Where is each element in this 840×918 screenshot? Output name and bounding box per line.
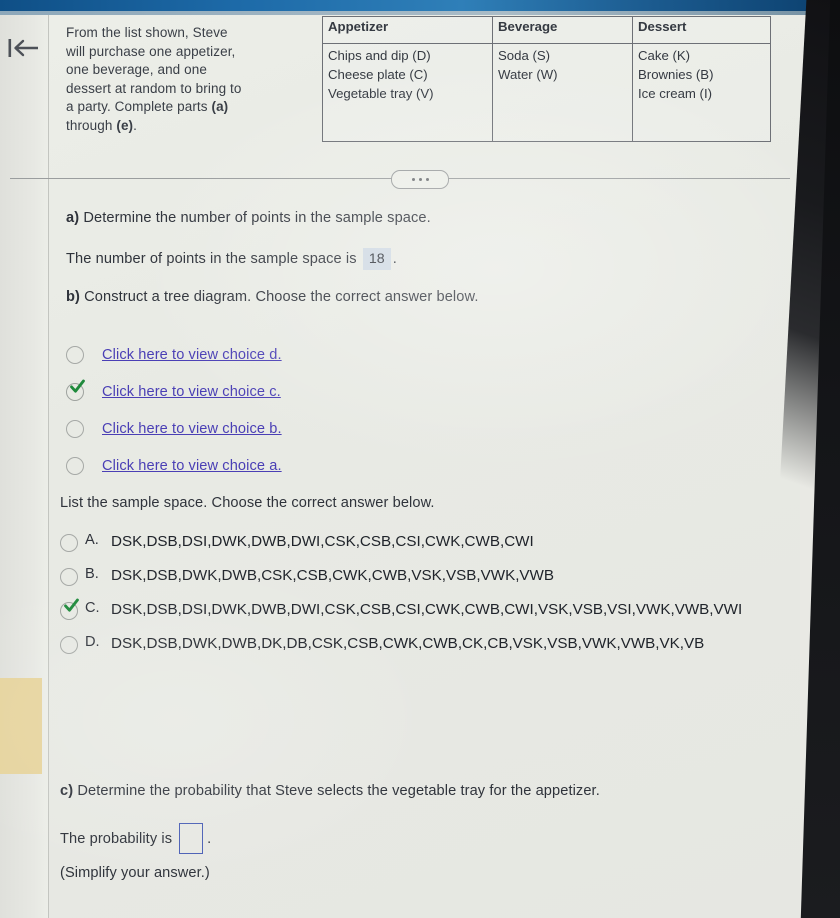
option-d-letter: D.	[85, 634, 100, 650]
sample-space-option-c[interactable]: C. DSK,DSB,DSI,DWK,DWB,DWI,CSK,CSB,CSI,C…	[60, 598, 830, 621]
tree-choice-a[interactable]: Click here to view choice a.	[66, 447, 706, 484]
appetizer-item: Cheese plate (C)	[328, 67, 428, 82]
radio-button-option-c[interactable]	[60, 598, 79, 620]
column-header-beverage: Beverage	[492, 16, 633, 44]
option-a-letter: A.	[85, 532, 99, 548]
part-c-label: c)	[60, 783, 74, 799]
part-a-answer-prefix: The number of points in the sample space…	[66, 251, 357, 267]
tree-choice-b-link[interactable]: Click here to view choice b.	[102, 421, 282, 437]
column-header-dessert: Dessert	[632, 16, 771, 44]
part-a-answer-suffix: .	[392, 251, 397, 267]
appetizer-item: Chips and dip (D)	[328, 48, 431, 63]
radio-button-option-d[interactable]	[60, 636, 78, 654]
option-d-text: DSK,DSB,DWK,DWB,DK,DB,CSK,CSB,CWK,CWB,CK…	[111, 635, 705, 652]
part-a-label: a)	[66, 210, 80, 226]
table-header-row: Appetizer Beverage Dessert	[322, 16, 771, 44]
gutter-divider	[48, 15, 49, 918]
option-b-text: DSK,DSB,DWK,DWB,CSK,CSB,CWK,CWB,VSK,VSB,…	[111, 567, 555, 584]
part-a-prompt: a) Determine the number of points in the…	[66, 208, 766, 228]
radio-button-choice-b[interactable]	[66, 419, 84, 438]
tree-choice-c-link[interactable]: Click here to view choice c.	[102, 384, 281, 400]
part-a-prompt-text: Determine the number of points in the sa…	[79, 210, 431, 226]
screen-photo-frame: From the list shown, Steve will purchase…	[0, 0, 840, 918]
radio-button-choice-d[interactable]	[66, 345, 84, 364]
part-b-prompt-text: Construct a tree diagram. Choose the cor…	[79, 289, 479, 305]
dessert-item: Brownies (B)	[638, 67, 714, 82]
menu-options-table-wrapper: Appetizer Beverage Dessert Chips and dip…	[322, 16, 771, 142]
dessert-cell: Cake (K) Brownies (B) Ice cream (I)	[632, 43, 771, 142]
problem-part-a-ref: (a)	[211, 99, 229, 115]
option-c-letter: C.	[85, 600, 100, 616]
column-header-appetizer: Appetizer	[322, 16, 493, 44]
tree-choice-b[interactable]: Click here to view choice b.	[66, 410, 706, 447]
problem-part-e-ref: (e)	[116, 117, 134, 133]
sample-space-option-b[interactable]: B. DSK,DSB,DWK,DWB,CSK,CSB,CWK,CWB,VSK,V…	[60, 565, 830, 587]
menu-options-table: Appetizer Beverage Dessert Chips and dip…	[322, 16, 771, 142]
part-c-note: (Simplify your answer.)	[60, 865, 210, 881]
appetizer-cell: Chips and dip (D) Cheese plate (C) Veget…	[322, 43, 493, 142]
problem-line-5: a party. Complete parts	[66, 99, 212, 115]
tree-choice-d[interactable]: Click here to view choice d.	[66, 336, 706, 373]
green-checkmark-icon	[64, 598, 79, 612]
problem-line-6: through	[66, 117, 117, 133]
part-c-answer-line: The probability is .	[60, 823, 760, 854]
back-navigation-button[interactable]	[2, 30, 46, 66]
problem-statement: From the list shown, Steve will purchase…	[66, 24, 311, 136]
part-c-answer-suffix: .	[207, 830, 212, 847]
radio-button-choice-c[interactable]	[66, 379, 85, 401]
part-b-label: b)	[66, 289, 80, 305]
tree-diagram-choice-list: Click here to view choice d. Click here …	[66, 336, 706, 484]
ellipsis-dot	[418, 178, 422, 181]
sample-space-option-a[interactable]: A. DSK,DSB,DSI,DWK,DWB,DWI,CSK,CSB,CSI,C…	[60, 531, 830, 553]
ellipsis-icon[interactable]	[391, 170, 449, 189]
dessert-item: Ice cream (I)	[638, 86, 713, 101]
problem-line-1: From the list shown, Steve	[66, 25, 228, 40]
part-a-answer-line: The number of points in the sample space…	[66, 248, 766, 270]
sample-space-option-list: A. DSK,DSB,DSI,DWK,DWB,DWI,CSK,CSB,CSI,C…	[60, 531, 830, 667]
option-a-text: DSK,DSB,DSI,DWK,DWB,DWI,CSK,CSB,CSI,CWK,…	[111, 533, 534, 550]
dessert-item: Cake (K)	[638, 48, 691, 63]
radio-button-choice-a[interactable]	[66, 456, 84, 475]
appetizer-item: Vegetable tray (V)	[328, 86, 434, 101]
section-divider	[10, 170, 790, 189]
part-c-prompt-text: Determine the probability that Steve sel…	[73, 783, 600, 799]
radio-button-option-b[interactable]	[60, 568, 78, 586]
sticky-note-patch	[0, 678, 42, 774]
beverage-item: Soda (S)	[498, 48, 551, 63]
part-a-answer-value[interactable]: 18	[362, 248, 391, 270]
tree-choice-d-link[interactable]: Click here to view choice d.	[102, 347, 282, 363]
probability-input-box[interactable]	[179, 823, 204, 854]
part-c-prompt: c) Determine the probability that Steve …	[60, 781, 820, 801]
app-top-bar-shadow	[0, 11, 840, 15]
green-checkmark-icon	[70, 379, 85, 393]
app-top-bar	[0, 0, 840, 11]
part-c-answer-prefix: The probability is	[60, 830, 173, 847]
beverage-cell: Soda (S) Water (W)	[492, 43, 633, 142]
radio-button-option-a[interactable]	[60, 534, 78, 552]
sample-space-option-d[interactable]: D. DSK,DSB,DWK,DWB,DK,DB,CSK,CSB,CWK,CWB…	[60, 633, 830, 655]
tree-choice-c[interactable]: Click here to view choice c.	[66, 373, 706, 410]
ellipsis-dot	[411, 178, 415, 181]
problem-line-6-end: .	[133, 117, 138, 133]
part-b-prompt: b) Construct a tree diagram. Choose the …	[66, 287, 766, 307]
problem-line-2: will purchase one appetizer,	[66, 43, 236, 59]
problem-line-3: one beverage, and one	[66, 62, 207, 78]
problem-line-4: dessert at random to bring to	[66, 80, 242, 96]
ellipsis-dot	[425, 178, 429, 181]
back-to-start-arrow-icon	[8, 39, 38, 57]
option-c-text: DSK,DSB,DSI,DWK,DWB,DWI,CSK,CSB,CSI,CWK,…	[111, 601, 743, 618]
tree-choice-a-link[interactable]: Click here to view choice a.	[102, 458, 282, 474]
left-gutter	[0, 15, 48, 918]
beverage-item: Water (W)	[498, 67, 558, 82]
sample-space-prompt: List the sample space. Choose the correc…	[60, 495, 435, 511]
option-b-letter: B.	[85, 566, 99, 582]
table-body-row: Chips and dip (D) Cheese plate (C) Veget…	[322, 43, 771, 142]
